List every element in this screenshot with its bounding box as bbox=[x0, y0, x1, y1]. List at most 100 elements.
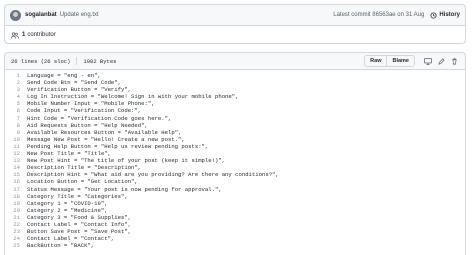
line-number[interactable]: 13 bbox=[5, 157, 27, 164]
line-content: Pending Help Button = "Help us review pe… bbox=[27, 142, 209, 150]
code-line: 9 Available Resources Button = "Available… bbox=[5, 129, 465, 136]
line-content: Description Title = "Description", bbox=[27, 164, 142, 172]
latest-commit-label: Latest commit bbox=[333, 12, 371, 18]
code-line: 14 Description Title = "Description", bbox=[5, 164, 465, 171]
line-number[interactable]: 9 bbox=[5, 129, 27, 136]
file-button-group: Raw Blame bbox=[364, 55, 415, 67]
code-line: 8 Aid Requests Button = "Help Needed", bbox=[5, 122, 465, 129]
line-content: Contact Label = "Contact", bbox=[27, 235, 115, 243]
code-view: 1 Language = "eng - en", 2 Send Code Btn = … bbox=[5, 70, 465, 249]
line-number[interactable]: 23 bbox=[5, 228, 27, 235]
line-number[interactable]: 12 bbox=[5, 150, 27, 157]
file-actions: Raw Blame bbox=[364, 55, 459, 67]
file-header: 26 lines (26 sloc) 1002 Bytes Raw Blame bbox=[5, 53, 465, 70]
contributor-label: contributor bbox=[27, 32, 56, 38]
latest-commit-bar: sogalanbat Update eng.txt Latest commit … bbox=[5, 5, 465, 26]
line-content: Verification Button = "Verify", bbox=[27, 86, 132, 94]
line-number[interactable]: 25 bbox=[5, 242, 27, 249]
line-number[interactable]: 5 bbox=[5, 100, 27, 107]
commit-message[interactable]: Update eng.txt bbox=[60, 12, 99, 18]
desktop-icon[interactable] bbox=[423, 56, 433, 66]
code-line: 22 Contact Label = "Contact Info", bbox=[5, 221, 465, 228]
line-content: Language = "eng - en", bbox=[27, 72, 101, 79]
line-content: Contact Label = "Contact Info", bbox=[27, 220, 132, 228]
code-line: 5 Mobile Number Input = "Mobile Phone:", bbox=[5, 100, 465, 107]
code-line: 21 Category 3 = "Food & Supplies", bbox=[5, 214, 465, 221]
line-number[interactable]: 18 bbox=[5, 193, 27, 200]
line-number[interactable]: 19 bbox=[5, 200, 27, 207]
line-content: Location Button = "Get Location", bbox=[27, 178, 138, 186]
line-content: Category 1 = "COVID-19", bbox=[27, 199, 108, 207]
line-number[interactable]: 24 bbox=[5, 235, 27, 242]
people-icon bbox=[11, 31, 19, 39]
contributor-count: 1 bbox=[22, 32, 26, 38]
code-line: 6 Code Input = "Verification Code:", bbox=[5, 107, 465, 114]
line-number[interactable]: 16 bbox=[5, 178, 27, 185]
divider bbox=[76, 57, 78, 65]
line-number[interactable]: 10 bbox=[5, 136, 27, 143]
line-content: Button Save Post = "Save Post", bbox=[27, 228, 132, 236]
raw-button[interactable]: Raw bbox=[365, 56, 387, 66]
line-content: Code Input = "Verification Code:", bbox=[27, 107, 142, 115]
avatar[interactable] bbox=[10, 9, 21, 21]
trash-icon[interactable] bbox=[449, 56, 459, 66]
contributors-row[interactable]: 1 contributor bbox=[5, 26, 465, 43]
code-line: 12 New Post Title = "Title", bbox=[5, 150, 465, 157]
line-content: Message New Post = "Hello! Create a new … bbox=[27, 135, 185, 143]
file-lines-info: 26 lines (26 sloc) bbox=[11, 57, 71, 65]
code-line: 24 Contact Label = "Contact", bbox=[5, 235, 465, 242]
file-size: 1002 Bytes bbox=[83, 57, 117, 65]
line-number[interactable]: 20 bbox=[5, 207, 27, 214]
line-content: Category Title = "Categories", bbox=[27, 192, 128, 200]
file-box: 26 lines (26 sloc) 1002 Bytes Raw Blame … bbox=[4, 52, 466, 255]
code-line: 7 Hint Code = "Verification Code goes her… bbox=[5, 115, 465, 122]
commit-box: sogalanbat Update eng.txt Latest commit … bbox=[4, 4, 466, 44]
code-line: 13 New Post Hint = "The title of your pos… bbox=[5, 157, 465, 164]
code-line: 2 Send Code Btn = "Send Code", bbox=[5, 79, 465, 86]
line-content: Available Resources Button = "Available … bbox=[27, 128, 182, 136]
line-number[interactable]: 1 bbox=[5, 72, 27, 79]
line-number[interactable]: 4 bbox=[5, 93, 27, 100]
history-link[interactable]: History bbox=[430, 11, 460, 19]
commit-date: on 31 Aug bbox=[397, 12, 425, 18]
latest-commit-info: Latest commit 86563ae on 31 Aug bbox=[333, 12, 424, 18]
line-content: New Post Title = "Title", bbox=[27, 150, 111, 158]
code-line: 16 Location Button = "Get Location", bbox=[5, 178, 465, 185]
line-number[interactable]: 22 bbox=[5, 221, 27, 228]
code-line: 25 BackButton = "BACK", bbox=[5, 242, 465, 249]
code-line: 3 Verification Button = "Verify", bbox=[5, 86, 465, 93]
line-number[interactable]: 2 bbox=[5, 79, 27, 86]
commit-sha[interactable]: 86563ae bbox=[372, 12, 395, 18]
line-content: New Post Hint = "The title of your post … bbox=[27, 157, 226, 165]
line-number[interactable]: 21 bbox=[5, 214, 27, 221]
line-content: Log In Instruction = "Welcome! Sign in w… bbox=[27, 93, 239, 101]
line-content: Aid Requests Button = "Help Needed", bbox=[27, 121, 148, 129]
line-content: Description Hint = "What aid are you pro… bbox=[27, 171, 279, 179]
line-content: Hint Code = "Verification Code goes here… bbox=[27, 114, 172, 122]
code-line: 4 Log In Instruction = "Welcome! Sign in … bbox=[5, 93, 465, 100]
code-line: 23 Button Save Post = "Save Post", bbox=[5, 228, 465, 235]
line-content: Mobile Number Input = "Mobile Phone:", bbox=[27, 100, 155, 108]
line-content: Status Message = "Your post is now pendi… bbox=[27, 185, 222, 193]
line-content: Send Code Btn = "Send Code", bbox=[27, 79, 121, 87]
code-line: 19 Category 1 = "COVID-19", bbox=[5, 200, 465, 207]
line-number[interactable]: 7 bbox=[5, 115, 27, 122]
line-number[interactable]: 17 bbox=[5, 186, 27, 193]
code-line: 18 Category Title = "Categories", bbox=[5, 193, 465, 200]
line-number[interactable]: 8 bbox=[5, 122, 27, 129]
line-number[interactable]: 11 bbox=[5, 143, 27, 150]
history-label: History bbox=[439, 12, 460, 18]
blame-button[interactable]: Blame bbox=[386, 56, 414, 66]
line-number[interactable]: 6 bbox=[5, 107, 27, 114]
code-line: 20 Category 2 = "Medicine", bbox=[5, 207, 465, 214]
line-content: BackButton = "BACK", bbox=[27, 242, 95, 250]
code-line: 10 Message New Post = "Hello! Create a ne… bbox=[5, 136, 465, 143]
line-number[interactable]: 3 bbox=[5, 86, 27, 93]
line-content: Category 3 = "Food & Supplies", bbox=[27, 213, 132, 221]
line-number[interactable]: 15 bbox=[5, 171, 27, 178]
line-number[interactable]: 14 bbox=[5, 164, 27, 171]
code-line: 15 Description Hint = "What aid are you p… bbox=[5, 171, 465, 178]
commit-author[interactable]: sogalanbat bbox=[25, 12, 57, 18]
edit-icon[interactable] bbox=[436, 56, 446, 66]
code-line: 17 Status Message = "Your post is now pen… bbox=[5, 186, 465, 193]
